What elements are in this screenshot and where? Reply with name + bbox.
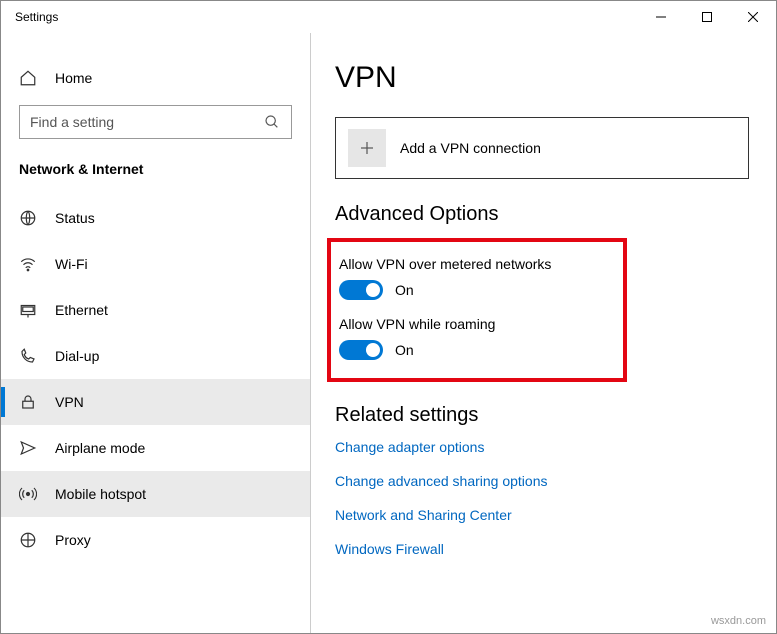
nav-item-ethernet[interactable]: Ethernet — [1, 287, 310, 333]
nav-label: Dial-up — [55, 348, 99, 364]
highlighted-region: Allow VPN over metered networks On Allow… — [327, 238, 627, 382]
nav-item-status[interactable]: Status — [1, 195, 310, 241]
proxy-icon — [19, 531, 37, 549]
toggle-metered-state: On — [395, 282, 414, 298]
home-icon — [19, 69, 37, 87]
window-title: Settings — [15, 10, 58, 24]
dialup-icon — [19, 347, 37, 365]
nav-item-proxy[interactable]: Proxy — [1, 517, 310, 563]
home-link[interactable]: Home — [1, 61, 310, 105]
ethernet-icon — [19, 301, 37, 319]
toggle-roaming-state: On — [395, 342, 414, 358]
advanced-options-title: Advanced Options — [335, 203, 752, 226]
window-controls — [638, 1, 776, 33]
nav-label: Mobile hotspot — [55, 486, 146, 502]
watermark: wsxdn.com — [711, 615, 766, 627]
search-input[interactable]: Find a setting — [19, 105, 292, 139]
add-vpn-button[interactable]: Add a VPN connection — [335, 117, 749, 179]
toggle-metered-row: On — [339, 280, 609, 300]
search-placeholder: Find a setting — [30, 114, 114, 130]
airplane-icon — [19, 439, 37, 457]
nav-label: Proxy — [55, 532, 91, 548]
maximize-button[interactable] — [684, 1, 730, 33]
link-advanced-sharing[interactable]: Change advanced sharing options — [335, 473, 752, 489]
add-vpn-label: Add a VPN connection — [400, 140, 541, 156]
toggle-metered-label: Allow VPN over metered networks — [339, 256, 609, 272]
nav-label: VPN — [55, 394, 84, 410]
content-area: VPN Add a VPN connection Advanced Option… — [311, 33, 776, 633]
page-title: VPN — [335, 61, 752, 95]
nav-item-dialup[interactable]: Dial-up — [1, 333, 310, 379]
nav-label: Status — [55, 210, 95, 226]
link-windows-firewall[interactable]: Windows Firewall — [335, 541, 752, 557]
nav-item-vpn[interactable]: VPN — [1, 379, 310, 425]
nav-label: Ethernet — [55, 302, 108, 318]
hotspot-icon — [19, 485, 37, 503]
titlebar: Settings — [1, 1, 776, 33]
toggle-roaming-label: Allow VPN while roaming — [339, 316, 609, 332]
sidebar: Home Find a setting Network & Internet S… — [1, 33, 311, 633]
plus-icon — [348, 129, 386, 167]
nav-label: Airplane mode — [55, 440, 145, 456]
status-icon — [19, 209, 37, 227]
search-icon — [263, 113, 281, 131]
toggle-roaming: Allow VPN while roaming On — [339, 316, 609, 360]
toggle-roaming-row: On — [339, 340, 609, 360]
close-button[interactable] — [730, 1, 776, 33]
minimize-button[interactable] — [638, 1, 684, 33]
settings-window: Settings Home Find a setting — [0, 0, 777, 634]
section-label: Network & Internet — [1, 161, 310, 195]
link-network-sharing-center[interactable]: Network and Sharing Center — [335, 507, 752, 523]
nav-item-wifi[interactable]: Wi-Fi — [1, 241, 310, 287]
nav-label: Wi-Fi — [55, 256, 88, 272]
nav-item-airplane[interactable]: Airplane mode — [1, 425, 310, 471]
related-settings-title: Related settings — [335, 404, 752, 427]
home-label: Home — [55, 70, 92, 86]
toggle-roaming-switch[interactable] — [339, 340, 383, 360]
vpn-icon — [19, 393, 37, 411]
toggle-metered: Allow VPN over metered networks On — [339, 256, 609, 300]
link-adapter-options[interactable]: Change adapter options — [335, 439, 752, 455]
wifi-icon — [19, 255, 37, 273]
nav-item-hotspot[interactable]: Mobile hotspot — [1, 471, 310, 517]
toggle-metered-switch[interactable] — [339, 280, 383, 300]
window-body: Home Find a setting Network & Internet S… — [1, 33, 776, 633]
nav-list: Status Wi-Fi Ethernet — [1, 195, 310, 633]
